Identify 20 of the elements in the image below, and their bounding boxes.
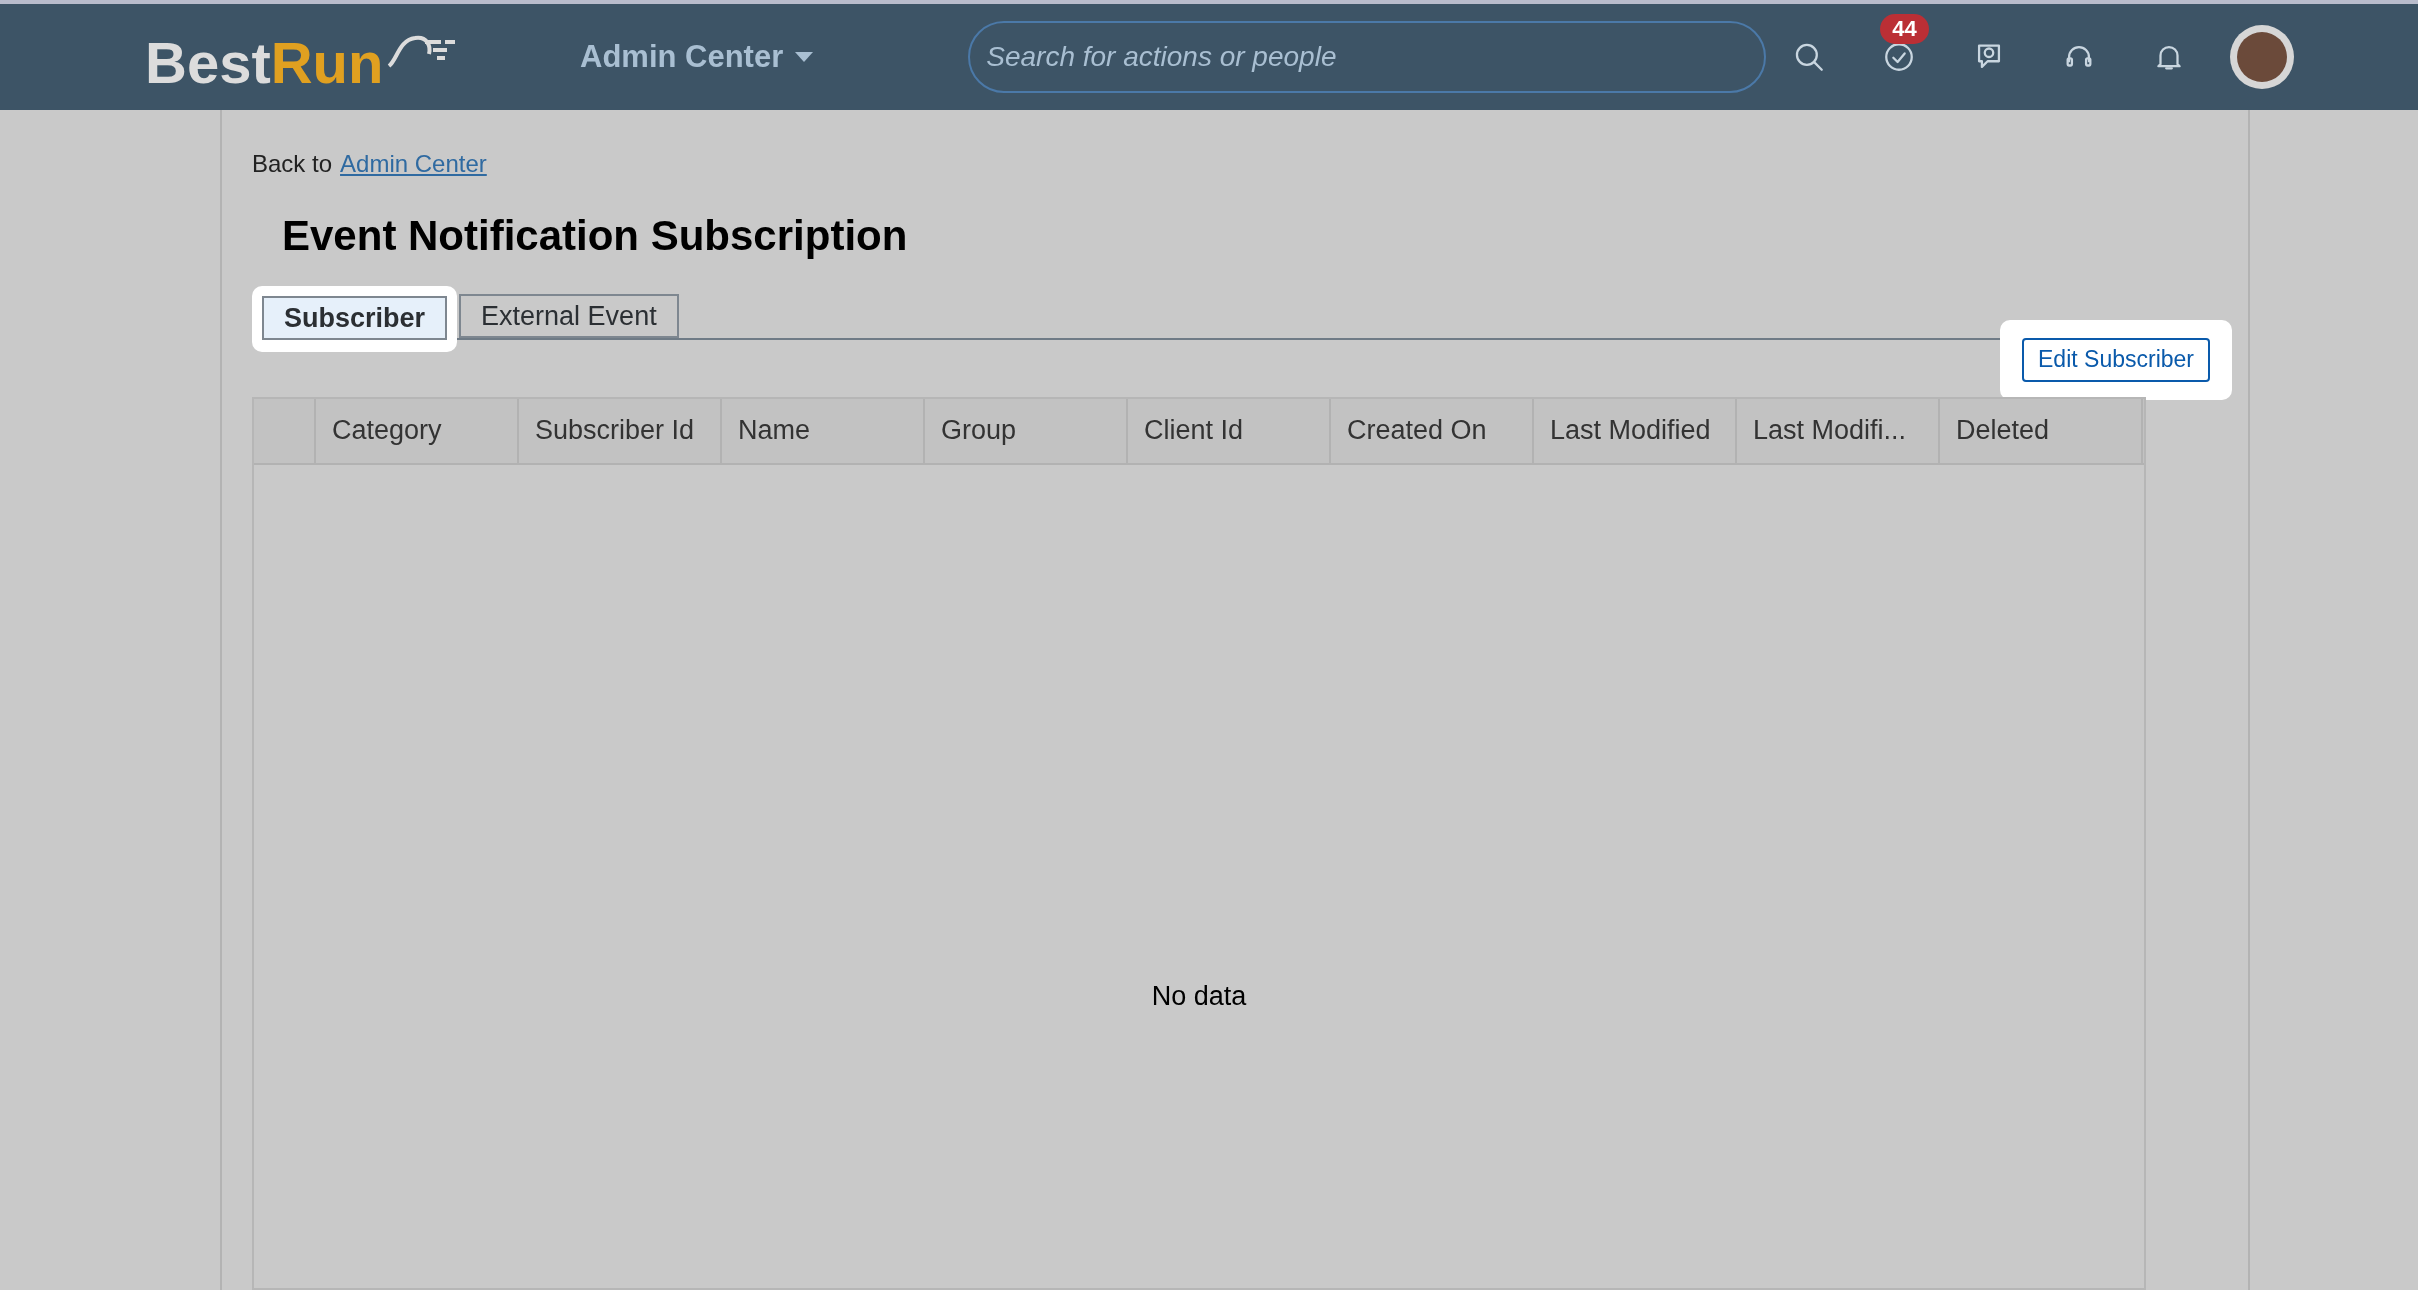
column-header[interactable]: Subscriber Id bbox=[519, 398, 722, 463]
column-header[interactable]: Group bbox=[925, 398, 1128, 463]
edit-subscriber-button[interactable]: Edit Subscriber bbox=[2022, 337, 2210, 382]
back-label: Back to bbox=[252, 149, 333, 179]
logo[interactable]: BestRun bbox=[145, 22, 460, 92]
app-menu[interactable]: Admin Center bbox=[580, 33, 814, 81]
empty-message: No data bbox=[1151, 980, 1247, 1013]
tab[interactable]: External Event bbox=[459, 293, 679, 338]
page-title: Event Notification Subscription bbox=[282, 211, 909, 261]
column-header[interactable]: Deleted bbox=[1940, 398, 2143, 463]
column-header[interactable]: Last Modifi... bbox=[1737, 398, 1940, 463]
column-header[interactable]: Created On bbox=[1331, 398, 1534, 463]
notification-badge: 44 bbox=[1880, 14, 1929, 44]
column-header[interactable]: Last Modified bbox=[1534, 398, 1737, 463]
column-header[interactable]: Name bbox=[722, 398, 925, 463]
column-header[interactable]: Category bbox=[316, 398, 519, 463]
search-field[interactable]: Search for actions or people bbox=[968, 21, 1767, 93]
column-header[interactable]: Client Id bbox=[1128, 398, 1331, 463]
caret-down-icon bbox=[795, 52, 814, 62]
tab[interactable]: Subscriber bbox=[262, 295, 448, 340]
